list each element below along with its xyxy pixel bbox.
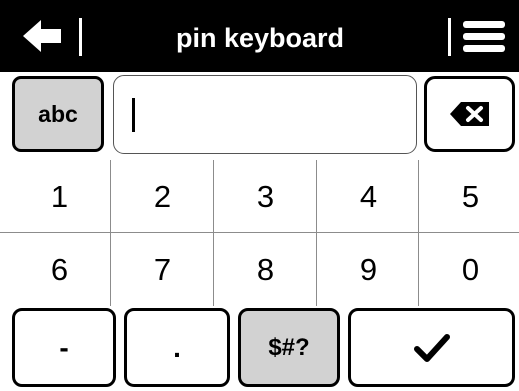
page-title: pin keyboard <box>175 23 345 53</box>
key-8[interactable]: 8 <box>214 233 317 306</box>
text-caret <box>132 98 135 132</box>
arrow-left-icon <box>23 20 61 52</box>
backspace-icon <box>450 102 489 126</box>
header-bar: pin keyboard <box>0 0 519 72</box>
confirm-button[interactable] <box>348 308 515 387</box>
back-button[interactable] <box>14 14 70 58</box>
key-0[interactable]: 0 <box>419 233 519 306</box>
header-divider-right <box>448 18 451 56</box>
header-divider-left <box>79 18 82 56</box>
checkmark-icon <box>413 333 450 362</box>
key-6[interactable]: 6 <box>8 233 111 306</box>
key-5[interactable]: 5 <box>419 160 519 233</box>
key-3[interactable]: 3 <box>214 160 317 233</box>
key-7[interactable]: 7 <box>111 233 214 306</box>
dash-key[interactable]: - <box>12 308 116 387</box>
pin-keyboard-screen: pin keyboard abc 1 2 3 4 5 6 7 8 9 0 - .… <box>0 0 519 391</box>
pin-input[interactable] <box>113 75 417 154</box>
hamburger-menu-icon <box>463 21 505 52</box>
key-1[interactable]: 1 <box>8 160 111 233</box>
dot-key-label: . <box>173 331 181 363</box>
backspace-button[interactable] <box>424 76 515 152</box>
dash-key-label: - <box>59 331 69 363</box>
abc-mode-button[interactable]: abc <box>12 76 104 152</box>
key-9[interactable]: 9 <box>317 233 420 306</box>
symbols-key[interactable]: $#? <box>238 308 340 387</box>
key-2[interactable]: 2 <box>111 160 214 233</box>
key-4[interactable]: 4 <box>317 160 420 233</box>
symbols-key-label: $#? <box>268 333 310 361</box>
dot-key[interactable]: . <box>124 308 230 387</box>
menu-button[interactable] <box>456 14 512 58</box>
